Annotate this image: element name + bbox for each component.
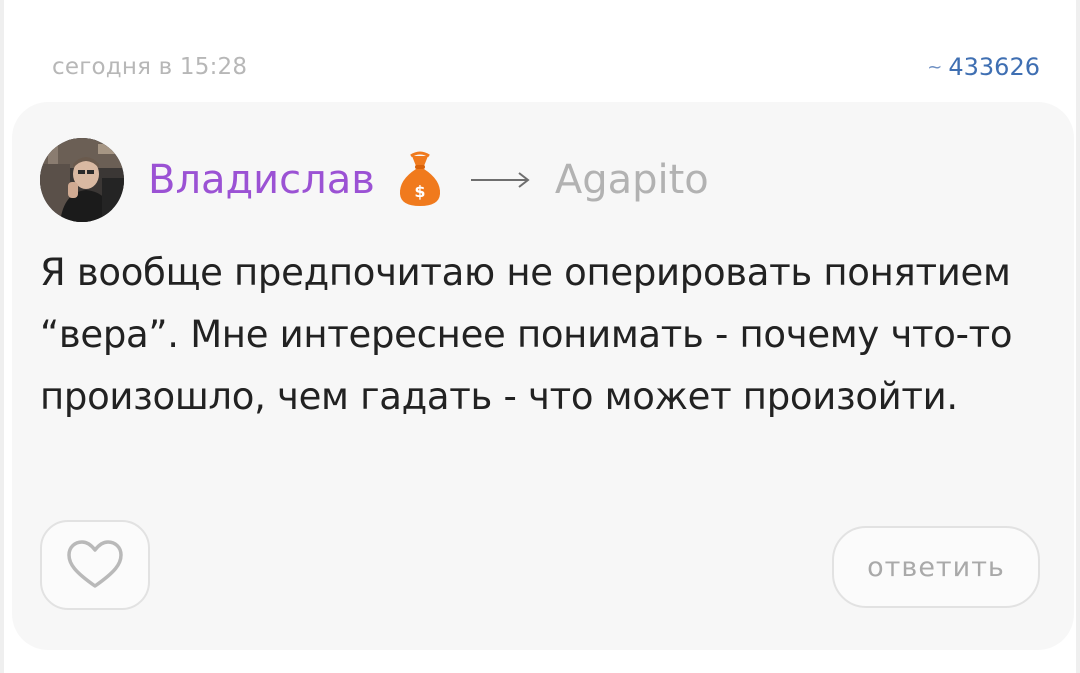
reply-button[interactable]: ответить	[832, 526, 1040, 608]
svg-text:$: $	[414, 182, 425, 201]
money-bag-icon: $	[397, 150, 443, 210]
author-name[interactable]: Владислав	[148, 157, 375, 203]
avatar[interactable]	[40, 138, 124, 222]
recipient-name[interactable]: Agapito	[555, 157, 709, 203]
comment-text: Я вообще предпочитаю не оперировать поня…	[40, 251, 1013, 418]
tilde-icon: ~	[927, 56, 943, 78]
right-edge-divider	[1076, 0, 1080, 673]
left-edge-divider	[0, 0, 4, 673]
arrow-right-icon	[469, 170, 531, 190]
comment-card: Владислав $ Agapito Я вообще предпочитаю…	[12, 102, 1074, 650]
comment-meta-row: сегодня в 15:28 ~ 433626	[52, 50, 1040, 84]
post-id: 433626	[948, 53, 1040, 81]
comment-header: Владислав $ Agapito	[40, 138, 709, 222]
post-link[interactable]: ~ 433626	[927, 53, 1040, 81]
avatar-photo	[40, 138, 124, 222]
comment-timestamp: сегодня в 15:28	[52, 54, 248, 80]
like-button[interactable]	[40, 520, 150, 610]
heart-icon	[67, 540, 123, 588]
